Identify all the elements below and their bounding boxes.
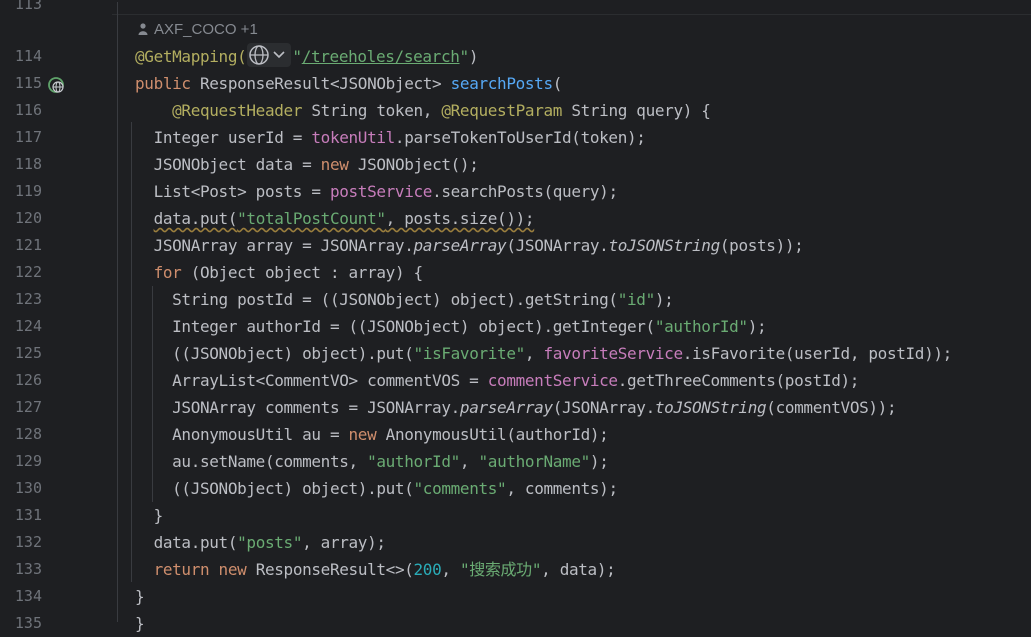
line-number: 132 bbox=[14, 533, 42, 551]
code-line[interactable]: 122 for (Object object : array) { bbox=[0, 259, 1031, 286]
globe-dropdown-button[interactable] bbox=[247, 43, 292, 67]
code-line[interactable]: 126 ArrayList<CommentVO> commentVOS = co… bbox=[0, 367, 1031, 394]
line-number: 124 bbox=[14, 317, 42, 335]
code-line[interactable]: 117 Integer userId = tokenUtil.parseToke… bbox=[0, 124, 1031, 151]
code-text: Integer authorId = ((JSONObject) object)… bbox=[135, 317, 767, 336]
line-number: 126 bbox=[14, 371, 42, 389]
line-number: 115 bbox=[14, 74, 42, 92]
code-line[interactable]: 128 AnonymousUtil au = new AnonymousUtil… bbox=[0, 421, 1031, 448]
code-text: String postId = ((JSONObject) object).ge… bbox=[135, 290, 674, 309]
line-number: 120 bbox=[14, 209, 42, 227]
line-number: 131 bbox=[14, 506, 42, 524]
line-number: 134 bbox=[14, 587, 42, 605]
line-number: 127 bbox=[14, 398, 42, 416]
code-line[interactable]: 135} bbox=[0, 610, 1031, 637]
code-author-hint[interactable]: AXF_COCO +1 bbox=[138, 18, 258, 42]
line-number: 116 bbox=[14, 101, 42, 119]
code-line[interactable]: 130 ((JSONObject) object).put("comments"… bbox=[0, 475, 1031, 502]
code-text: data.put("posts", array); bbox=[135, 533, 386, 552]
line-number: 123 bbox=[14, 290, 42, 308]
indent-guide bbox=[117, 2, 118, 622]
code-line[interactable]: 123 String postId = ((JSONObject) object… bbox=[0, 286, 1031, 313]
line-number: 135 bbox=[14, 614, 42, 632]
code-text: JSONArray comments = JSONArray.parseArra… bbox=[135, 398, 897, 417]
code-line[interactable]: 129 au.setName(comments, "authorId", "au… bbox=[0, 448, 1031, 475]
code-text: public ResponseResult<JSONObject> search… bbox=[135, 74, 563, 93]
indent-guide bbox=[131, 122, 132, 582]
line-number: 121 bbox=[14, 236, 42, 254]
code-line[interactable]: 114 @GetMapping("/treeholes/search") bbox=[0, 43, 1031, 70]
line-number: 125 bbox=[14, 344, 42, 362]
code-text: } bbox=[135, 587, 145, 606]
code-text: JSONArray array = JSONArray.parseArray(J… bbox=[135, 236, 804, 255]
code-text: JSONObject data = new JSONObject(); bbox=[135, 155, 479, 174]
indent-guide bbox=[152, 286, 153, 502]
code-line[interactable]: 127 JSONArray comments = JSONArray.parse… bbox=[0, 394, 1031, 421]
line-number: 113 bbox=[14, 0, 42, 13]
code-line[interactable]: 119 List<Post> posts = postService.searc… bbox=[0, 178, 1031, 205]
code-line[interactable]: 113 bbox=[0, 0, 1031, 18]
code-line[interactable]: 125 ((JSONObject) object).put("isFavorit… bbox=[0, 340, 1031, 367]
line-number: 117 bbox=[14, 128, 42, 146]
author-label: AXF_COCO +1 bbox=[154, 21, 258, 38]
line-number: 122 bbox=[14, 263, 42, 281]
code-text: @GetMapping("/treeholes/search") bbox=[135, 43, 478, 70]
code-editor[interactable]: AXF_COCO +1 113 114 @GetMapping("/treehole… bbox=[0, 0, 1031, 637]
code-line[interactable]: 131 } bbox=[0, 502, 1031, 529]
code-text: data.put("totalPostCount", posts.size())… bbox=[153, 209, 535, 228]
line-number: 130 bbox=[14, 479, 42, 497]
line-number: 128 bbox=[14, 425, 42, 443]
code-line[interactable]: 133 return new ResponseResult<>(200, "搜索… bbox=[0, 556, 1031, 583]
code-line[interactable]: 124 Integer authorId = ((JSONObject) obj… bbox=[0, 313, 1031, 340]
line-number: 119 bbox=[14, 182, 42, 200]
code-text: Integer userId = tokenUtil.parseTokenToU… bbox=[135, 128, 646, 147]
code-line[interactable]: 115 public ResponseResult<JSONObject> sea… bbox=[0, 70, 1031, 97]
code-line[interactable]: 116 @RequestHeader String token, @Reques… bbox=[0, 97, 1031, 124]
line-number: 114 bbox=[14, 47, 42, 65]
code-text: au.setName(comments, "authorId", "author… bbox=[135, 452, 609, 471]
code-line[interactable]: 118 JSONObject data = new JSONObject(); bbox=[0, 151, 1031, 178]
code-text: for (Object object : array) { bbox=[153, 263, 424, 282]
code-text: ArrayList<CommentVO> commentVOS = commen… bbox=[135, 371, 860, 390]
code-text: AnonymousUtil au = new AnonymousUtil(aut… bbox=[135, 425, 609, 444]
code-text: return new ResponseResult<>(200, "搜索成功",… bbox=[153, 560, 616, 579]
code-text: } bbox=[135, 614, 145, 633]
code-text: List<Post> posts = postService.searchPos… bbox=[135, 182, 619, 201]
globe-icon bbox=[249, 45, 285, 65]
line-number: 118 bbox=[14, 155, 42, 173]
code-text: @RequestHeader String token, @RequestPar… bbox=[172, 101, 711, 120]
line-number: 133 bbox=[14, 560, 42, 578]
line-number: 129 bbox=[14, 452, 42, 470]
code-line[interactable]: 121 JSONArray array = JSONArray.parseArr… bbox=[0, 232, 1031, 259]
code-text: ((JSONObject) object).put("isFavorite", … bbox=[135, 344, 952, 363]
code-text: } bbox=[135, 506, 164, 525]
code-text: ((JSONObject) object).put("comments", co… bbox=[135, 479, 618, 498]
code-line[interactable]: 134} bbox=[0, 583, 1031, 610]
person-icon bbox=[138, 23, 148, 35]
code-line[interactable]: 132 data.put("posts", array); bbox=[0, 529, 1031, 556]
code-line[interactable]: 120 data.put("totalPostCount", posts.siz… bbox=[0, 205, 1031, 232]
